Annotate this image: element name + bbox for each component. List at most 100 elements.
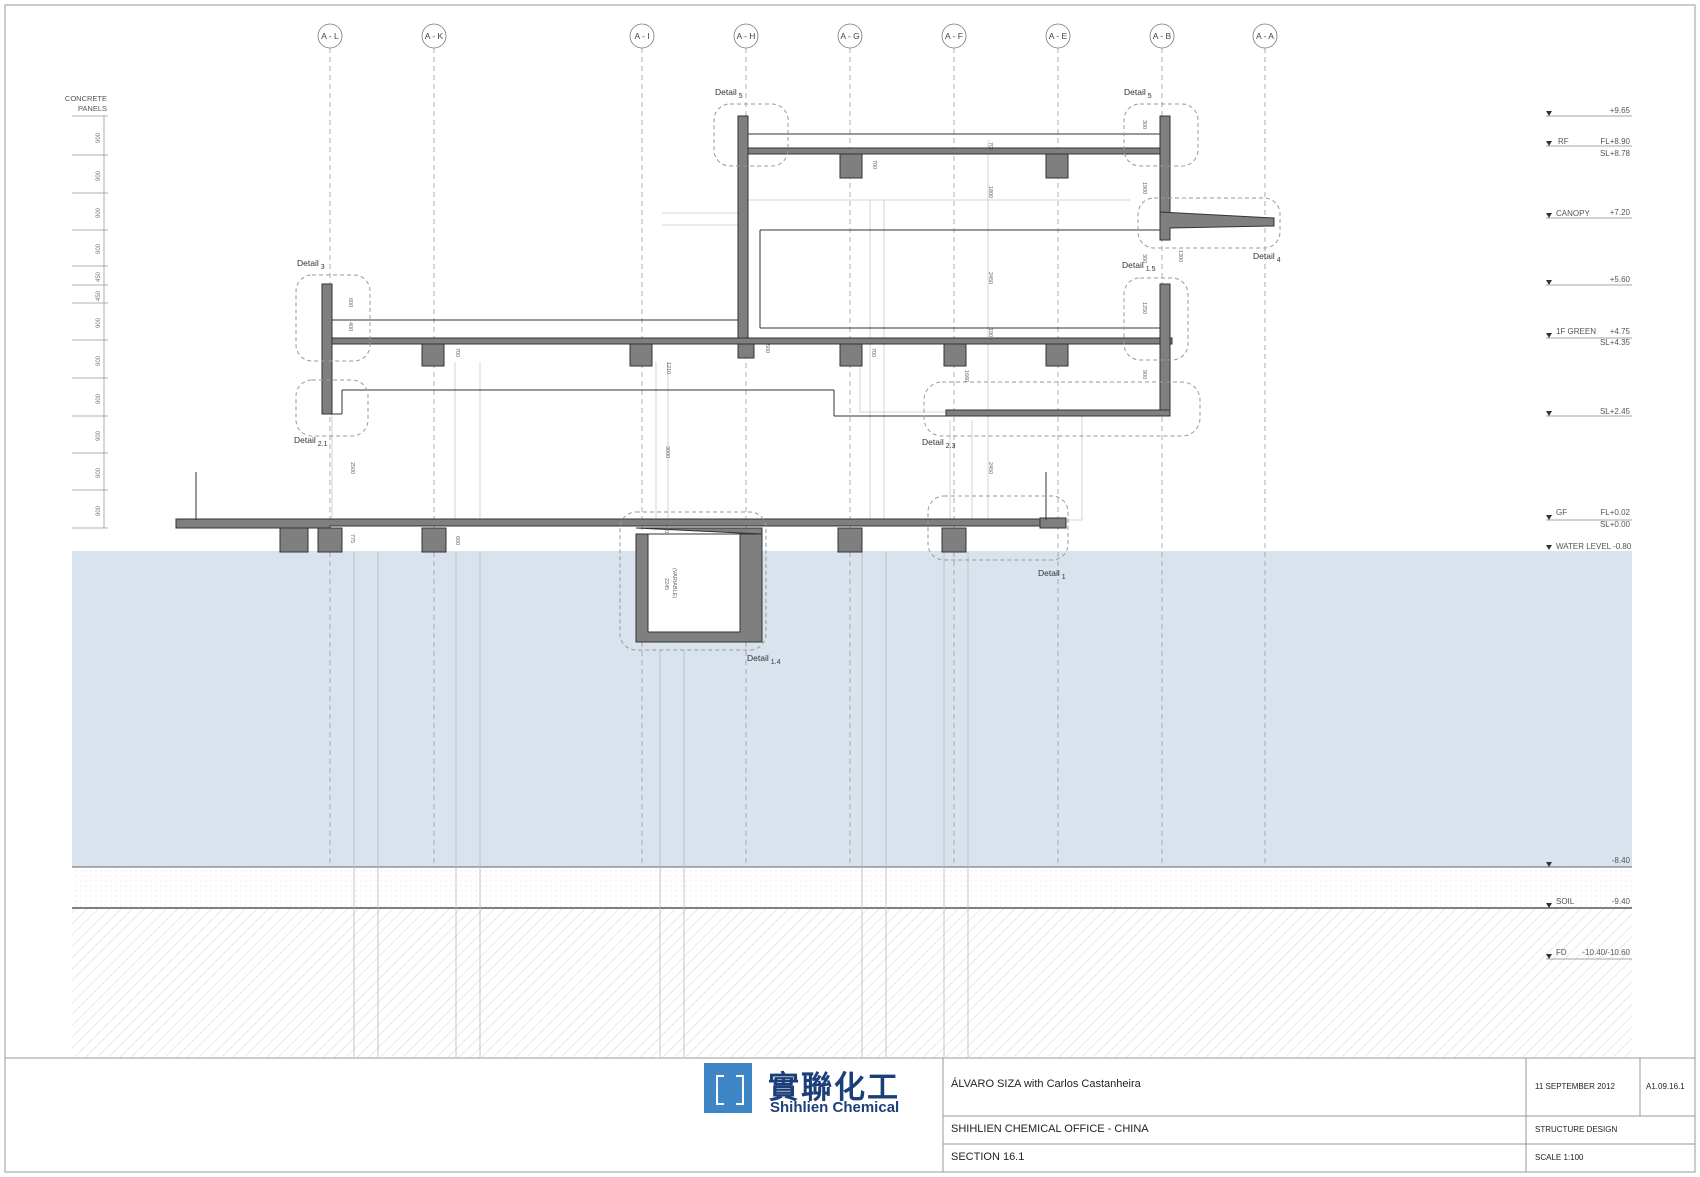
level-value: -9.40 [1612,897,1631,906]
detail-callout [713,103,789,167]
panel-dim: 900 [96,467,102,478]
grid-label: A - B [1153,31,1172,41]
tank-interior [647,533,741,633]
drawing-scale: SCALE 1:100 [1535,1153,1584,1162]
level-value-2: SL+0.00 [1600,520,1631,529]
level-value-2: SL+8.78 [1600,149,1631,158]
level-marker: WATER LEVEL -0.80 [1546,542,1632,551]
dimension-text: 700 [987,142,993,151]
level-value: +9.65 [1610,106,1631,115]
section-drawing: A - L A - K A - I A - H A - G A - F A - … [4,4,1696,1173]
ground-beam [421,527,447,553]
first-floor-beam [839,343,863,367]
grid-label: A - E [1049,31,1068,41]
wall-right-upper [1159,283,1171,415]
grid-label: A - H [737,31,756,41]
level-value: FL+0.02 [1600,508,1630,517]
panel-dim: 900 [96,170,102,181]
logo-mark [704,1063,752,1113]
roof-beam [1045,153,1069,179]
detail-label: Detail 4 [1253,251,1281,264]
drawing-title: SECTION 16.1 [951,1151,1025,1163]
panel-dim: 900 [96,207,102,218]
level-marker: SL+2.45 [1546,407,1632,417]
discipline: STRUCTURE DESIGN [1535,1125,1618,1134]
detail-label: Detail 3 [297,258,325,271]
dimension-text: 300 [1141,120,1147,129]
level-value: -10.40/-10.60 [1582,948,1630,957]
first-floor-beam [629,343,653,367]
panel-dim: 900 [96,355,102,366]
dimension-text: 2500 [349,462,355,474]
level-name: RF [1558,137,1569,146]
dimension-text: 700 [871,160,877,169]
first-floor-beam [943,343,967,367]
panel-dim: 900 [96,132,102,143]
grid-label: A - K [425,31,444,41]
dimension-text: 1900 [1141,182,1147,194]
first-floor-beam [421,343,445,367]
dimension-text: 2450 [987,462,993,474]
foundation-hatch [72,909,1632,1057]
elevation-lines [331,140,1130,521]
grid-label: A - A [1256,31,1274,41]
dimension-text: 1300 [1177,250,1183,262]
dimension-text: 300 [1141,254,1147,263]
soil-band [72,867,1632,908]
dimension-text: 500 [764,344,770,353]
level-value: +7.20 [1610,208,1631,217]
dimension-text: 400 [347,322,353,331]
level-marker: RF FL+8.90 SL+8.78 [1546,137,1632,158]
dimension-text: 600 [347,298,353,307]
dimension-text: 900 [1141,370,1147,379]
detail-callout [295,274,371,362]
dimension-text: 1210 [665,362,671,374]
grid-label: A - I [634,31,649,41]
grid-label: A - L [321,31,339,41]
level-value: +5.60 [1610,275,1631,284]
panel-dim: 450 [96,271,102,282]
water-zone [72,551,1632,867]
detail-callout [1123,277,1189,361]
level-value: SL+2.45 [1600,407,1631,416]
dimension-text: 1660 [963,370,969,382]
first-floor-beam [1045,343,1069,367]
dimension-text: 775 [349,534,355,543]
level-value-2: SL+4.35 [1600,338,1631,347]
dimension-text: 700 [454,348,460,357]
dimension-text: 1900 [987,328,993,340]
first-floor-beam [737,343,755,359]
architect-name: ÁLVARO SIZA with Carlos Castanheira [951,1078,1141,1090]
drawing-date: 11 SEPTEMBER 2012 [1535,1082,1615,1091]
roof-wall-right [1159,115,1171,229]
level-marker: CANOPY +7.20 [1546,208,1632,219]
detail-label: Detail 1.5 [1122,260,1156,273]
canopy [1159,211,1275,241]
level-name: CANOPY [1556,209,1590,218]
panel-dim: 900 [96,505,102,516]
grid-labels: A - L A - K A - I A - H A - G A - F A - … [321,31,1274,41]
project-name: SHIHLIEN CHEMICAL OFFICE - CHINA [951,1123,1149,1135]
sheet-number: A1.09.16.1 [1646,1082,1685,1091]
detail-label: Detail 5 [1124,87,1152,100]
level-value: +4.75 [1610,327,1631,336]
level-value: -8.40 [1612,856,1631,865]
panel-dim: 900 [96,243,102,254]
detail-callout [923,381,1201,437]
roof-beam [839,153,863,179]
panel-dim: 900 [96,430,102,441]
ground-beam [279,527,309,553]
level-marker: 1F GREEN +4.75 SL+4.35 [1546,327,1632,347]
dimension-text: 2450 [987,272,993,284]
roof-slab [747,147,1161,155]
level-name: FD [1556,948,1567,957]
dimension-text: 3000 [664,446,670,458]
level-marker: +5.60 [1546,275,1632,286]
level-marker: GF FL+0.02 SL+0.00 [1546,508,1632,529]
panel-dim: 900 [96,393,102,404]
panel-dim: 450 [96,290,102,301]
ground-beam [837,527,863,553]
grid-label: A - G [840,31,859,41]
right-lower-slab [945,409,1171,417]
level-marker: +9.65 [1546,106,1632,117]
